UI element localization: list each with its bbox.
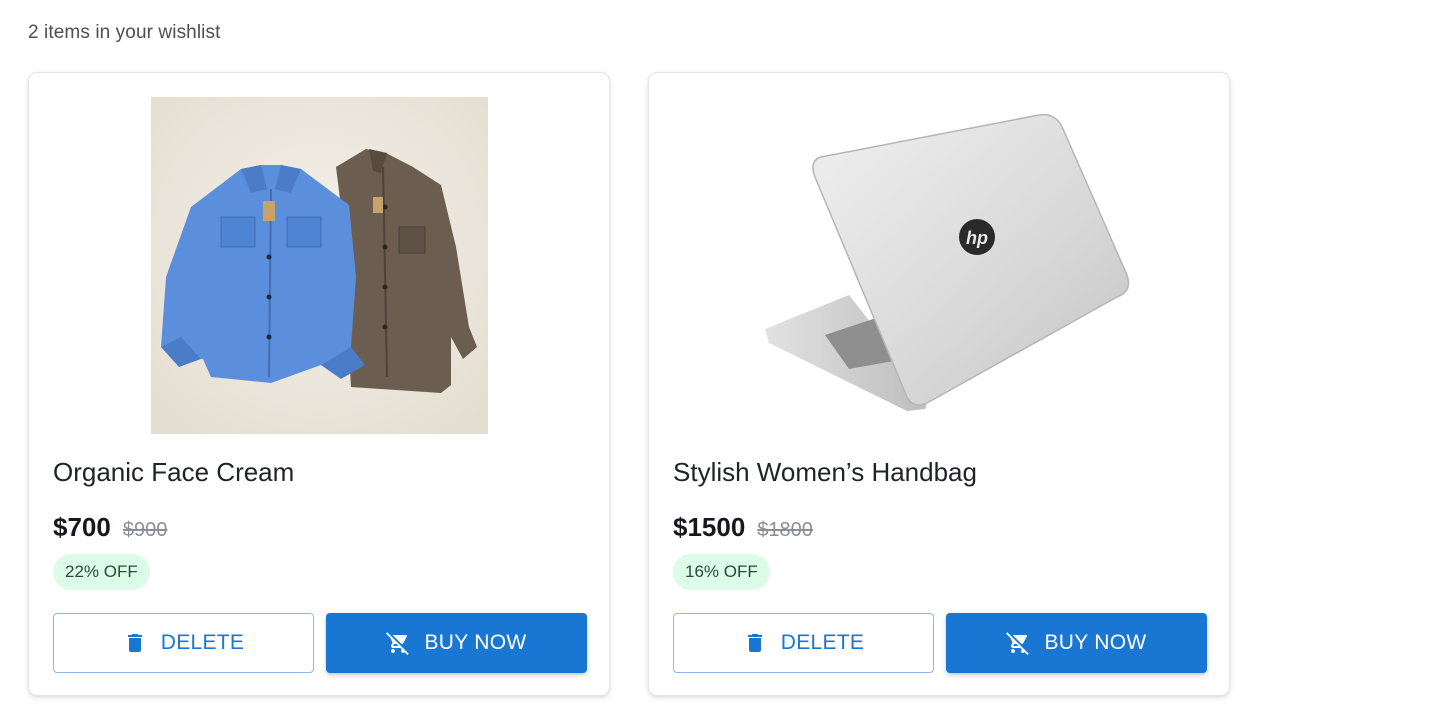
laptop-image: hp [729,97,1149,434]
wishlist-page: 2 items in your wishlist Organic Face Cr… [0,0,1453,709]
price-row: $1500 $1800 [673,512,813,543]
svg-text:hp: hp [966,228,988,248]
original-price: $1800 [757,519,813,541]
remove-shopping-cart-icon [1006,631,1030,655]
shirts-image [150,97,488,434]
trash-icon [123,631,147,655]
original-price: $900 [122,519,168,541]
discount-badge: 22% OFF [53,554,150,590]
product-media: hp [649,97,1229,434]
current-price: $1500 [673,512,746,542]
buy-label: BUY NOW [1044,631,1147,654]
discount-badge: 16% OFF [673,554,770,590]
product-media [29,97,609,434]
wishlist-card: hp Stylish Women’s Handbag $1500 $1800 1… [648,72,1230,696]
product-image[interactable]: hp [729,97,1149,434]
buy-now-button[interactable]: BUY NOW [946,613,1207,673]
remove-shopping-cart-icon [386,631,410,655]
trash-icon [743,631,767,655]
wishlist-card: Organic Face Cream $700 $900 22% OFF DEL… [28,72,610,696]
card-actions: DELETE BUY NOW [53,613,587,673]
price-row: $700 $900 [53,512,167,543]
wishlist-grid: Organic Face Cream $700 $900 22% OFF DEL… [28,72,1230,696]
product-title[interactable]: Organic Face Cream [53,457,294,488]
card-actions: DELETE BUY NOW [673,613,1207,673]
buy-label: BUY NOW [424,631,527,654]
buy-now-button[interactable]: BUY NOW [326,613,587,673]
current-price: $700 [53,512,111,542]
delete-label: DELETE [780,631,865,654]
product-title[interactable]: Stylish Women’s Handbag [673,457,977,488]
delete-label: DELETE [160,631,245,654]
delete-button[interactable]: DELETE [53,613,314,673]
wishlist-count: 2 items in your wishlist [28,22,221,43]
product-image[interactable] [150,97,488,434]
delete-button[interactable]: DELETE [673,613,934,673]
